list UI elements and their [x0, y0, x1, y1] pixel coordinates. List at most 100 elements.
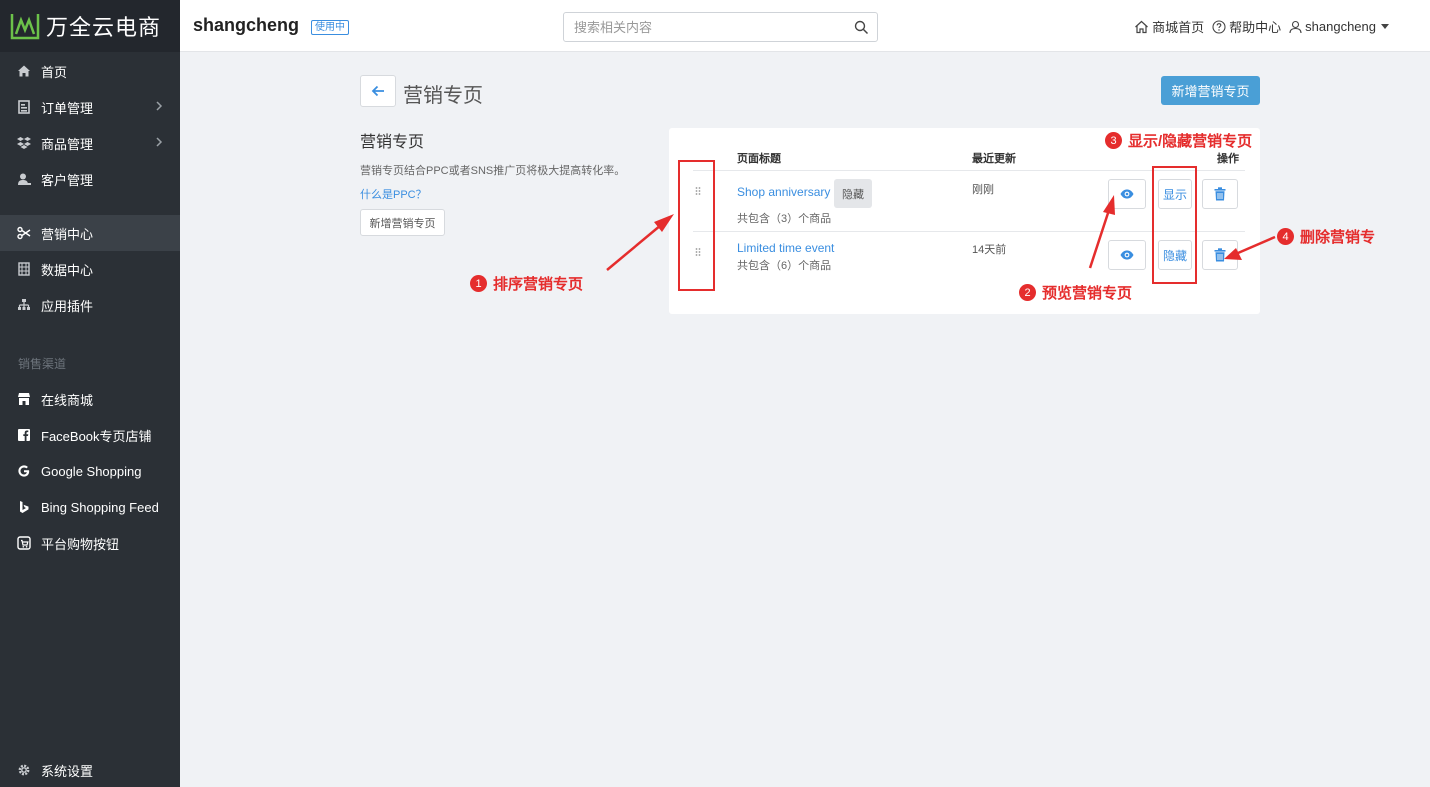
help-center-link[interactable]: 帮助中心	[1212, 17, 1281, 36]
page-title-link[interactable]: Shop anniversary	[737, 185, 830, 199]
order-icon	[16, 99, 32, 115]
cart-button-icon	[16, 535, 32, 551]
last-updated: 14天前	[972, 244, 1007, 256]
sidebar: 万全云电商 首页 订单管理 商品管理 客户管理 营销中心 数据中心 应用插件 销…	[0, 0, 180, 787]
hide-button[interactable]: 隐藏	[1158, 240, 1192, 270]
marketing-icon	[16, 225, 32, 241]
sidebar-item-customers[interactable]: 客户管理	[0, 161, 180, 197]
store-home-link[interactable]: 商城首页	[1134, 17, 1204, 36]
chevron-right-icon	[156, 137, 163, 147]
product-count: 共包含（3）个商品	[737, 213, 832, 225]
back-button[interactable]	[360, 75, 396, 107]
brand[interactable]: 万全云电商	[0, 0, 180, 52]
sidebar-item-bing[interactable]: Bing Shopping Feed	[0, 489, 180, 525]
sidebar-item-label: Bing Shopping Feed	[41, 499, 159, 515]
trash-icon	[1214, 187, 1226, 201]
sidebar-item-marketing[interactable]: 营销中心	[0, 215, 180, 251]
sidebar-item-orders[interactable]: 订单管理	[0, 89, 180, 125]
store-icon	[16, 391, 32, 407]
search-input[interactable]	[564, 13, 834, 41]
intro-title: 营销专页	[360, 134, 425, 151]
page-title-link[interactable]: Limited time event	[737, 241, 834, 255]
facebook-icon	[16, 427, 32, 443]
brand-name: 万全云电商	[46, 16, 162, 41]
divider	[693, 170, 1245, 171]
sidebar-item-label: 首页	[41, 64, 68, 80]
sidebar-item-label: 客户管理	[41, 172, 94, 188]
top-links: 商城首页 帮助中心 shangcheng	[1126, 17, 1392, 36]
sidebar-item-label: Google Shopping	[41, 463, 142, 479]
last-updated: 刚刚	[972, 184, 994, 196]
column-header-updated: 最近更新	[972, 153, 1016, 165]
sidebar-item-label: FaceBook专页店铺	[41, 428, 152, 444]
trash-icon	[1214, 248, 1226, 262]
annotation-overlay	[606, 160, 1276, 291]
sidebar-item-online-store[interactable]: 在线商城	[0, 381, 180, 417]
google-icon	[16, 463, 32, 479]
annotation-sort: 1 排序营销专页	[470, 273, 583, 294]
sidebar-item-settings[interactable]: 系统设置	[0, 755, 180, 785]
gear-icon	[16, 762, 32, 778]
product-count: 共包含（6）个商品	[737, 260, 832, 272]
preview-button[interactable]	[1108, 179, 1146, 209]
hidden-status-badge: 隐藏	[834, 179, 872, 208]
arrow-to-drag	[606, 214, 674, 271]
sales-channels-heading: 销售渠道	[18, 356, 67, 371]
chevron-right-icon	[156, 101, 163, 111]
sidebar-item-plugins[interactable]: 应用插件	[0, 287, 180, 323]
sidebar-item-label: 平台购物按钮	[41, 536, 120, 552]
eye-icon	[1120, 189, 1134, 199]
annotation-preview: 2 预览营销专页	[1019, 282, 1132, 303]
show-button[interactable]: 显示	[1158, 179, 1192, 209]
column-header-title: 页面标题	[737, 153, 781, 165]
delete-button[interactable]	[1202, 240, 1238, 270]
sidebar-item-goods[interactable]: 商品管理	[0, 125, 180, 161]
search-box	[563, 12, 878, 42]
plugin-icon	[16, 297, 32, 313]
search-icon[interactable]	[854, 20, 869, 35]
add-page-button[interactable]: 新增营销专页	[1161, 76, 1260, 105]
help-icon	[1212, 19, 1226, 34]
sidebar-item-label: 应用插件	[41, 298, 94, 314]
drag-handle-icon[interactable]	[693, 186, 703, 198]
intro-description: 营销专页结合PPC或者SNS推广页将极大提高转化率。	[360, 165, 626, 177]
preview-button[interactable]	[1108, 240, 1146, 270]
caret-down-icon	[1381, 24, 1389, 29]
annotation-toggle: 3 显示/隐藏营销专页	[1105, 130, 1252, 151]
sidebar-item-label: 商品管理	[41, 136, 94, 152]
add-page-secondary-button[interactable]: 新增营销专页	[360, 209, 445, 236]
brand-logo-icon	[10, 14, 40, 40]
sidebar-item-data[interactable]: 数据中心	[0, 251, 180, 287]
sidebar-item-label: 系统设置	[41, 763, 94, 779]
sidebar-item-facebook[interactable]: FaceBook专页店铺	[0, 417, 180, 453]
sidebar-item-label: 数据中心	[41, 262, 94, 278]
arrow-left-icon	[371, 85, 384, 97]
bing-icon	[16, 499, 32, 515]
drag-handle-icon[interactable]	[693, 247, 703, 259]
page-title: 营销专页	[403, 85, 483, 107]
data-icon	[16, 261, 32, 277]
customer-icon	[16, 171, 32, 187]
goods-icon	[16, 135, 32, 151]
column-header-actions: 操作	[1217, 153, 1239, 165]
sidebar-item-label: 营销中心	[41, 226, 94, 242]
shop-name: shangcheng	[193, 15, 300, 35]
home-outline-icon	[1135, 20, 1149, 33]
annotation-delete: 4 删除营销专	[1277, 226, 1375, 247]
user-icon	[1289, 20, 1302, 33]
divider	[693, 231, 1245, 232]
eye-icon	[1120, 250, 1134, 260]
user-menu[interactable]: shangcheng	[1289, 19, 1392, 34]
pages-table: 页面标题 最近更新 操作 Shop anniversary 隐藏 共包含（3）个…	[669, 128, 1260, 314]
ppc-help-link[interactable]: 什么是PPC？	[360, 186, 427, 202]
sidebar-item-home[interactable]: 首页	[0, 53, 180, 89]
home-icon	[16, 63, 32, 79]
top-bar: shangcheng 使用中 商城首页 帮助中心 shangcheng	[180, 0, 1430, 52]
status-badge: 使用中	[311, 20, 349, 35]
delete-button[interactable]	[1202, 179, 1238, 209]
sidebar-item-google-shopping[interactable]: Google Shopping	[0, 453, 180, 489]
main-nav: 首页 订单管理 商品管理 客户管理 营销中心 数据中心 应用插件 销售渠道 在线…	[0, 53, 180, 561]
sidebar-item-buy-button[interactable]: 平台购物按钮	[0, 525, 180, 561]
sidebar-item-label: 在线商城	[41, 392, 94, 408]
sidebar-item-label: 订单管理	[41, 100, 94, 116]
